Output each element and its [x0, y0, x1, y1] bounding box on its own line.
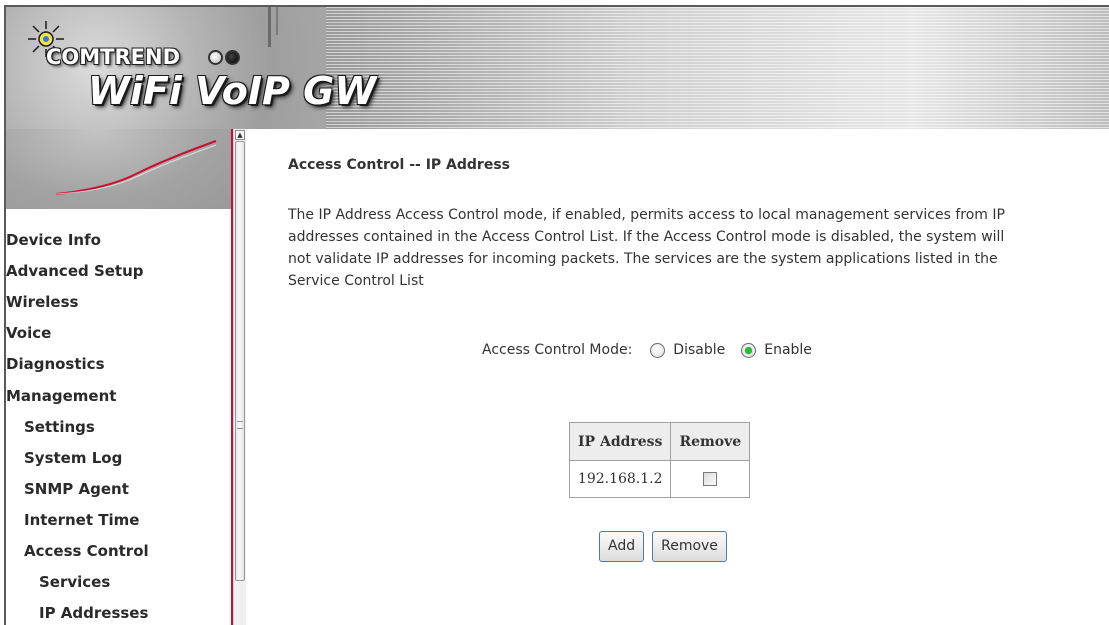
brand-logo-text: COMTREND: [46, 45, 181, 69]
scrollbar-thumb[interactable]: [235, 141, 245, 581]
ip-address-column-header: IP Address: [568, 422, 672, 461]
sidebar-item-voice[interactable]: Voice: [6, 324, 51, 342]
enable-radio[interactable]: [741, 342, 757, 358]
add-button[interactable]: Add: [599, 531, 645, 562]
sidebar-item-wireless[interactable]: Wireless: [6, 293, 78, 311]
banner-stripes: [326, 7, 1109, 129]
page-description: The IP Address Access Control mode, if e…: [288, 207, 1005, 289]
nav-header-graphic: [4, 129, 232, 209]
sidebar-item-internet-time[interactable]: Internet Time: [6, 511, 139, 529]
scroll-up-arrow-icon[interactable]: ▲: [235, 130, 245, 140]
nav-scrollbar[interactable]: ▲: [233, 129, 246, 625]
remove-checkbox[interactable]: [703, 472, 718, 486]
sidebar-item-diagnostics[interactable]: Diagnostics: [6, 355, 105, 373]
product-title: WiFi VoIP GW: [88, 69, 377, 113]
header-banner: COMTREND WiFi VoIP GW: [4, 5, 1109, 129]
swoosh-graphic: [55, 140, 217, 195]
sidebar-nav: Device Info Advanced Setup Wireless Voice Di…: [4, 209, 232, 625]
disable-radio[interactable]: [650, 342, 666, 358]
disable-radio-label[interactable]: Disable: [673, 342, 725, 358]
action-buttons: Add Remove: [599, 531, 735, 562]
sidebar-item-settings[interactable]: Settings: [6, 418, 95, 436]
banner-bar: [276, 7, 278, 35]
table-header-row: IP Address Remove: [568, 422, 751, 461]
enable-radio-label[interactable]: Enable: [764, 342, 812, 358]
remove-button[interactable]: Remove: [652, 531, 727, 562]
scrollbar-grip-icon: [237, 421, 243, 429]
access-control-mode-row: Access Control Mode: Disable Enable: [482, 342, 828, 358]
sidebar-item-system-log[interactable]: System Log: [6, 449, 122, 467]
logo-dot: [225, 50, 240, 65]
remove-column-header: Remove: [670, 422, 751, 461]
ip-address-cell: 192.168.1.2: [568, 460, 672, 498]
page-title: Access Control -- IP Address: [288, 157, 510, 173]
remove-cell: [670, 460, 751, 498]
access-control-mode-label: Access Control Mode:: [482, 342, 633, 358]
sidebar-item-device-info[interactable]: Device Info: [6, 231, 101, 249]
ip-address-table: IP Address Remove 192.168.1.2: [568, 422, 751, 498]
sidebar-item-access-control[interactable]: Access Control: [6, 542, 149, 560]
banner-bar: [268, 7, 271, 47]
sidebar-item-management[interactable]: Management: [6, 387, 116, 405]
sidebar-item-snmp-agent[interactable]: SNMP Agent: [6, 480, 129, 498]
sidebar-item-services[interactable]: Services: [6, 573, 110, 591]
sidebar-item-ip-addresses[interactable]: IP Addresses: [6, 604, 148, 622]
sidebar-item-advanced-setup[interactable]: Advanced Setup: [6, 262, 144, 280]
brand-logo-dots: [208, 50, 242, 69]
logo-dot: [208, 50, 223, 65]
table-row: 192.168.1.2: [568, 460, 751, 498]
